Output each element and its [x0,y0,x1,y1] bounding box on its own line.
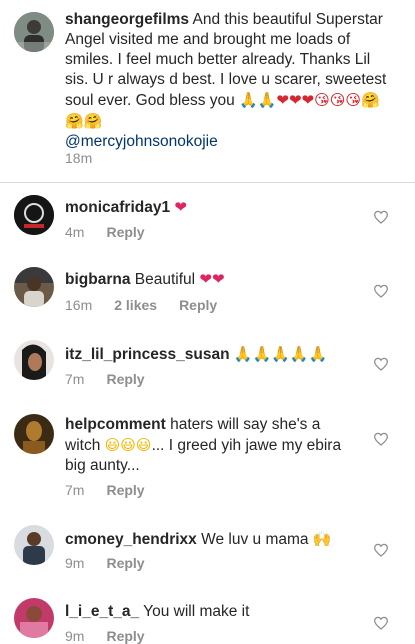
caption-text: shangeorgefilms And this beautiful Super… [65,10,395,152]
avatar-image [14,340,54,380]
comment-text: itz_lil_princess_susan 🙏🙏🙏🙏🙏 [65,344,367,365]
reply-button[interactable]: Reply [179,297,217,313]
comment-row: l_i_e_t_a_ You will make it 9m Reply [0,590,415,644]
caption-username[interactable]: shangeorgefilms [65,11,189,28]
avatar-image [14,414,54,454]
comment-username[interactable]: monicafriday1 [65,199,170,216]
avatar[interactable] [14,12,54,52]
heart-outline-icon[interactable] [373,210,389,224]
avatar[interactable] [14,525,54,565]
caption-mention[interactable]: @mercyjohnsonokojie [65,133,218,150]
reply-button[interactable]: Reply [106,555,144,571]
comment-emojis: ❤❤ [199,270,225,288]
comment-time: 7m [65,371,85,387]
comment-username[interactable]: itz_lil_princess_susan [65,346,230,363]
avatar[interactable] [14,598,54,638]
comment-meta: 9m Reply [65,555,145,571]
comment-text: bigbarna Beautiful ❤❤ [65,269,367,290]
avatar-image [14,267,54,307]
heart-outline-icon[interactable] [373,357,389,371]
comment-meta: 7m Reply [65,371,145,387]
avatar[interactable] [14,340,54,380]
comment-time: 4m [65,224,85,240]
comment-body: We luv u mama [201,531,309,548]
comment-body: Beautiful [134,271,196,288]
comment-text: monicafriday1 ❤ [65,197,367,218]
reply-button[interactable]: Reply [106,224,144,240]
avatar-image [14,12,54,52]
comment-body: You will make it [143,603,250,620]
post-caption: shangeorgefilms And this beautiful Super… [0,0,415,183]
comment-time: 9m [65,628,85,644]
avatar[interactable] [14,267,54,307]
comment-time: 7m [65,482,85,498]
comment-row: cmoney_hendrixx We luv u mama 🙌 9m Reply [0,515,415,590]
comment-row: itz_lil_princess_susan 🙏🙏🙏🙏🙏 7m Reply [0,330,415,400]
caption-time: 18m [65,150,93,166]
heart-outline-icon[interactable] [373,284,389,298]
comment-emojis: ❤ [174,198,187,216]
caption-meta: 18m [65,150,92,166]
avatar-image [14,525,54,565]
heart-outline-icon[interactable] [373,432,389,446]
avatar[interactable] [14,195,54,235]
comment-meta: 9m Reply [65,628,145,644]
avatar-image [14,598,54,638]
comment-emojis: 😃😃😃 [104,436,152,454]
heart-outline-icon[interactable] [373,616,389,630]
comment-username[interactable]: l_i_e_t_a_ [65,603,139,620]
comment-text: helpcomment haters will say she's a witc… [65,415,345,476]
comment-row: helpcomment haters will say she's a witc… [0,400,415,510]
comment-text: l_i_e_t_a_ You will make it [65,602,367,622]
comment-row: monicafriday1 ❤ 4m Reply [0,183,415,253]
comment-username[interactable]: cmoney_hendrixx [65,531,197,548]
reply-button[interactable]: Reply [106,371,144,387]
comment-time: 9m [65,555,85,571]
comment-meta: 16m 2 likes Reply [65,297,217,313]
comment-row: bigbarna Beautiful ❤❤ 16m 2 likes Reply [0,253,415,330]
likes-count[interactable]: 2 likes [114,297,157,313]
reply-button[interactable]: Reply [106,482,144,498]
heart-outline-icon[interactable] [373,543,389,557]
avatar[interactable] [14,414,54,454]
comment-emojis: 🙏🙏🙏🙏🙏 [233,345,328,363]
reply-button[interactable]: Reply [106,628,144,644]
comment-time: 16m [65,297,93,313]
comment-text: cmoney_hendrixx We luv u mama 🙌 [65,529,367,550]
comment-username[interactable]: helpcomment [65,416,166,433]
avatar-image [14,195,54,235]
comment-username[interactable]: bigbarna [65,271,130,288]
comment-meta: 7m Reply [65,482,145,498]
comment-emojis: 🙌 [312,530,332,548]
comment-meta: 4m Reply [65,224,145,240]
